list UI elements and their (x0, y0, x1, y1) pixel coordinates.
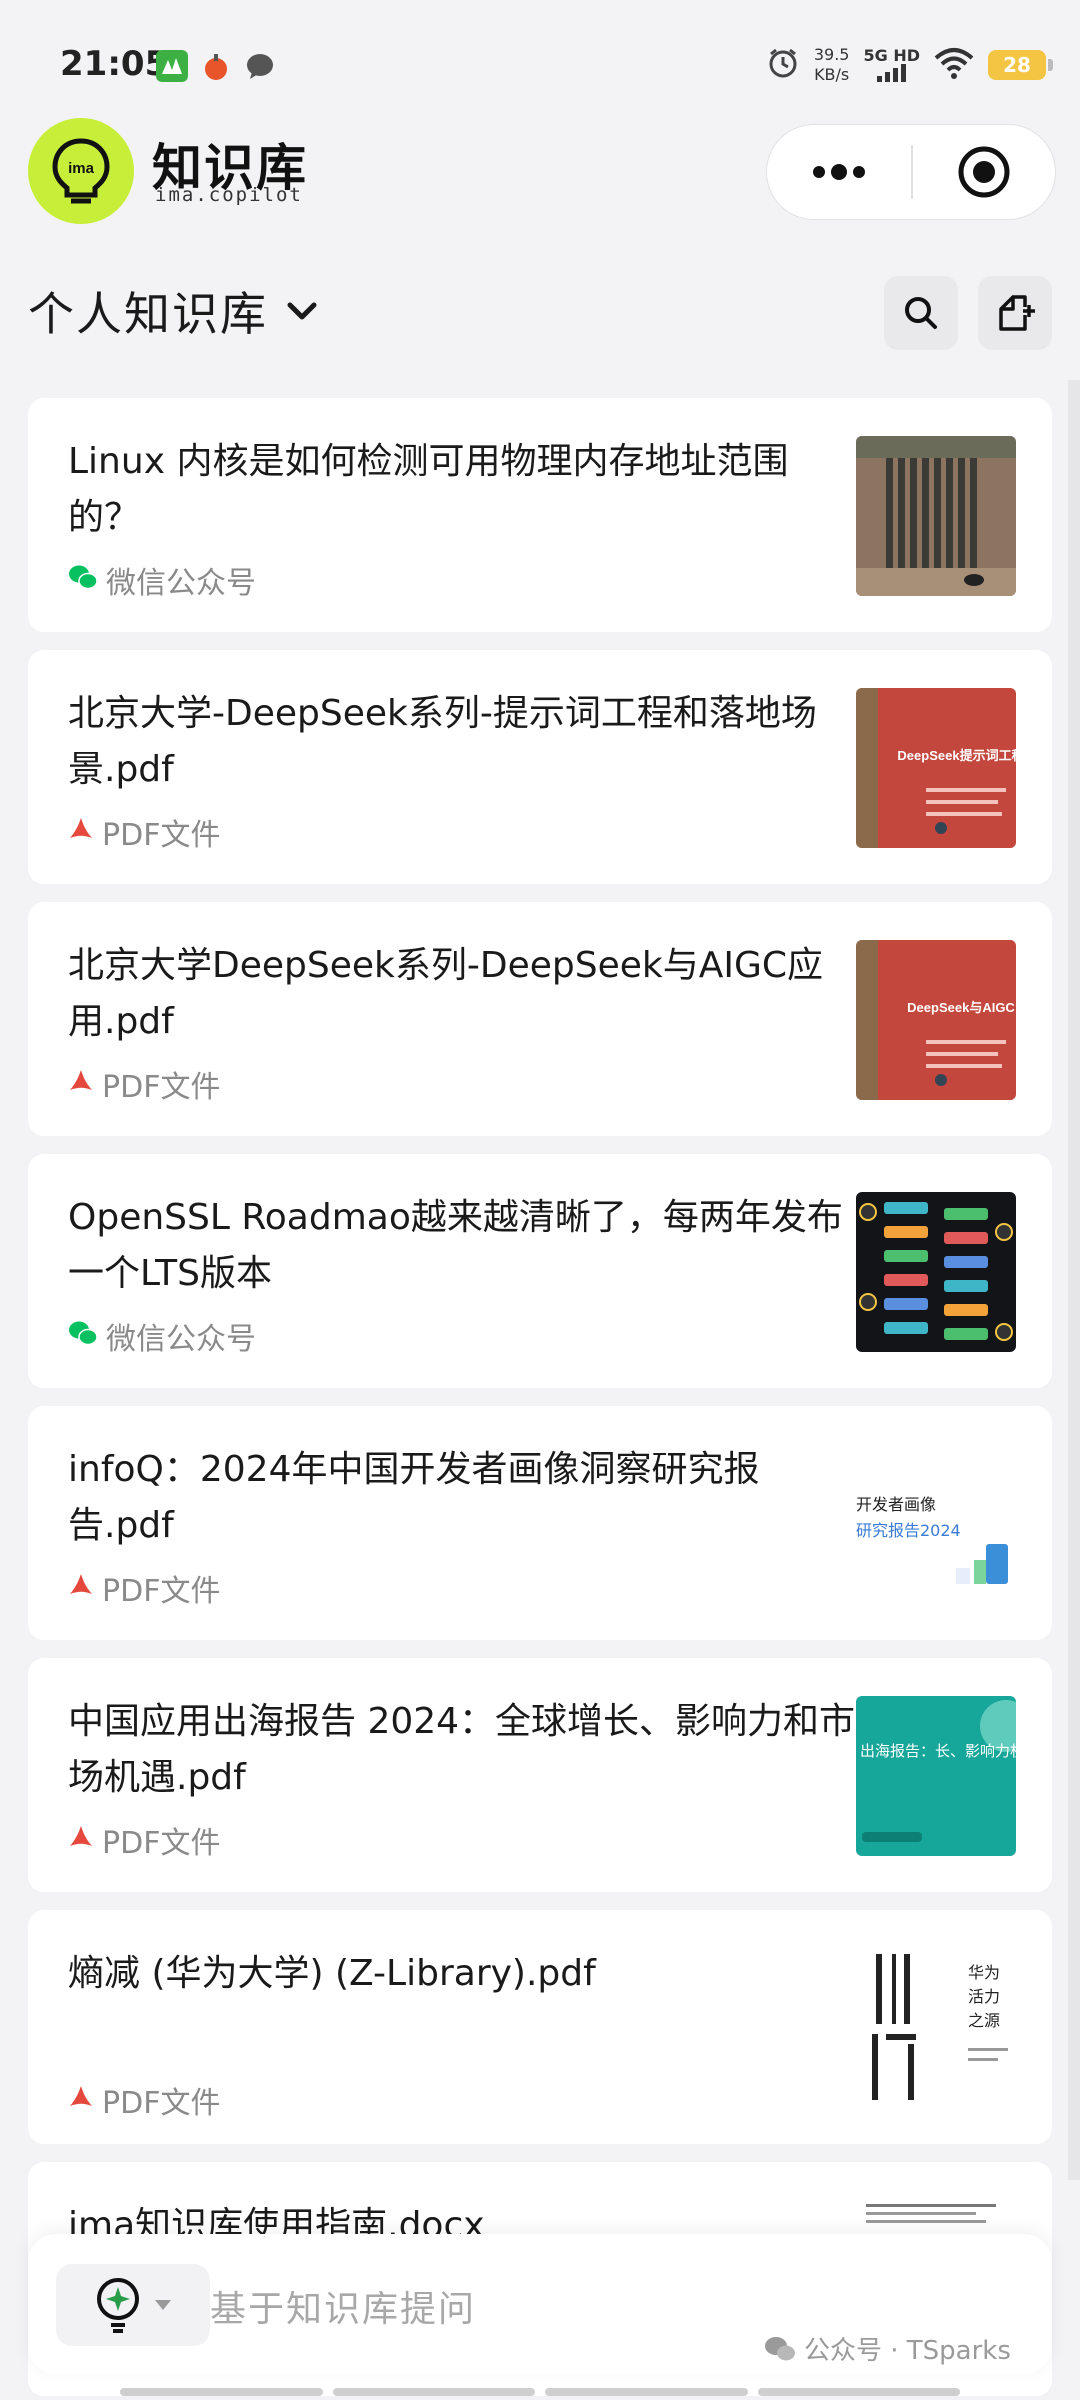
app-notification-icon (156, 50, 188, 82)
add-document-button[interactable] (978, 276, 1052, 350)
cell-signal-icon (876, 64, 906, 82)
net-speed: 39.5 KB/s (814, 45, 850, 85)
knowledge-item[interactable]: OpenSSL Roadmao越来越清晰了，每两年发布一个LTS版本微信公众号 (28, 1154, 1052, 1388)
item-thumbnail (856, 1192, 1016, 1352)
item-title: 熵减 (华为大学) (Z-Library).pdf (68, 1953, 596, 1994)
close-miniprogram-button[interactable] (913, 124, 1055, 220)
alarm-icon (766, 46, 800, 84)
item-source-label: 微信公众号 (106, 566, 256, 601)
knowledge-item[interactable]: infoQ：2024年中国开发者画像洞察研究报告.pdf PDF文件 开发者画像研究… (28, 1406, 1052, 1640)
knowledge-item[interactable]: 中国应用出海报告 2024：全球增长、影响力和市场机遇.pdf PDF文件 出海报告… (28, 1658, 1052, 1892)
item-source-label: PDF文件 (102, 1826, 221, 1861)
item-thumbnail: 出海报告：长、影响力机遇 (856, 1696, 1016, 1856)
pdf-icon (68, 1823, 94, 1858)
search-icon (905, 297, 937, 329)
battery-indicator: 28 (988, 50, 1053, 80)
wechat-icon (765, 2336, 795, 2360)
item-source: PDF文件 (68, 1818, 220, 1862)
cell-signal: 5G HD (863, 48, 920, 82)
svg-text:研究报告2024: 研究报告2024 (856, 1521, 961, 1540)
item-title: 北京大学-DeepSeek系列-提示词工程和落地场景.pdf (68, 693, 817, 790)
nav-segment (757, 2388, 960, 2396)
item-source: PDF文件 (68, 810, 220, 854)
miniprogram-capsule (766, 124, 1056, 220)
item-thumbnail (856, 436, 1016, 596)
knowledge-item[interactable]: Linux 内核是如何检测可用物理内存地址范围的？ 微信公众号 (28, 398, 1052, 632)
logo-text: ima (68, 160, 95, 177)
svg-text:华为: 华为 (968, 1963, 1000, 1982)
item-thumbnail: DeepSeek提示词工程 (856, 688, 1016, 848)
wechat-icon (68, 563, 98, 598)
item-source: 微信公众号 (68, 558, 256, 602)
ima-logo: ima (28, 118, 134, 224)
status-bar: 21:05 39.5 KB/s 5G HD 28 (0, 0, 1080, 120)
svg-text:开发者画像: 开发者画像 (856, 1495, 936, 1514)
knowledge-item[interactable]: 北京大学-DeepSeek系列-提示词工程和落地场景.pdf PDF文件 DeepS… (28, 650, 1052, 884)
item-source-label: 微信公众号 (106, 1322, 256, 1357)
item-source-label: PDF文件 (102, 1070, 221, 1105)
status-time: 21:05 (60, 44, 169, 84)
library-title: 个人知识库 (28, 287, 268, 341)
ask-input[interactable]: 基于知识库提问 (210, 2280, 476, 2332)
item-source-label: PDF文件 (102, 818, 221, 853)
model-selector[interactable] (56, 2264, 210, 2346)
sparkle-bulb-icon (97, 2278, 139, 2333)
svg-text:DeepSeek与AIGC: DeepSeek与AIGC (907, 1000, 1015, 1015)
scrollbar[interactable] (1068, 380, 1080, 2180)
item-source: PDF文件 (68, 2078, 220, 2122)
item-title: infoQ：2024年中国开发者画像洞察研究报告.pdf (68, 1449, 760, 1546)
search-button[interactable] (884, 276, 958, 350)
status-right: 39.5 KB/s 5G HD 28 (766, 40, 1053, 90)
message-notification-icon (244, 50, 276, 82)
item-thumbnail: 开发者画像研究报告2024 (856, 1444, 1016, 1604)
item-thumbnail: DeepSeek与AIGC (856, 940, 1016, 1100)
svg-text:DeepSeek提示词工程: DeepSeek提示词工程 (897, 748, 1016, 763)
caret-down-icon (155, 2300, 171, 2310)
watermark: 公众号 · TSparks (764, 2330, 1011, 2367)
net-speed-value: 39.5 (813, 45, 850, 64)
knowledge-item[interactable]: 熵减 (华为大学) (Z-Library).pdf PDF文件 华为活力之源 (28, 1910, 1052, 2144)
watermark-text: 公众号 · TSparks (804, 2336, 1011, 2366)
more-button[interactable] (767, 124, 911, 220)
add-document-icon (999, 295, 1035, 331)
lightbulb-icon: ima (52, 138, 110, 204)
svg-text:活力: 活力 (968, 1987, 1000, 2006)
pdf-icon (68, 1067, 94, 1102)
pdf-icon (68, 815, 94, 850)
svg-text:之源: 之源 (968, 2011, 1000, 2030)
pdf-icon (68, 1571, 94, 1606)
nav-segment (332, 2388, 535, 2396)
target-close-icon (958, 146, 1010, 198)
nav-segment (545, 2388, 748, 2396)
wechat-icon (68, 1319, 98, 1354)
wifi-icon (934, 46, 974, 84)
item-title: 中国应用出海报告 2024：全球增长、影响力和市场机遇.pdf (68, 1701, 856, 1798)
item-thumbnail: 华为 活力 之源 (856, 1948, 1016, 2108)
item-source: 微信公众号 (68, 1314, 256, 1358)
net-speed-unit: KB/s (814, 65, 850, 84)
pdf-icon (68, 2083, 94, 2118)
network-type: 5G HD (863, 46, 920, 65)
svg-text:出海报告：长、影响力机遇: 出海报告：长、影响力机遇 (860, 1742, 1016, 1760)
item-source: PDF文件 (68, 1062, 220, 1106)
item-source-label: PDF文件 (102, 2086, 221, 2121)
item-title: 北京大学DeepSeek系列-DeepSeek与AIGC应用.pdf (68, 945, 823, 1042)
item-title: OpenSSL Roadmao越来越清晰了，每两年发布一个LTS版本 (68, 1197, 843, 1294)
chevron-down-icon (287, 302, 317, 320)
gesture-nav-bar (120, 2388, 960, 2396)
item-source-label: PDF文件 (102, 1574, 221, 1609)
item-source: PDF文件 (68, 1566, 220, 1610)
app-subtitle: ima.copilot (155, 184, 303, 206)
nav-segment (120, 2388, 323, 2396)
library-selector[interactable]: 个人知识库 (28, 278, 322, 344)
more-dots-icon (813, 164, 865, 180)
item-title: Linux 内核是如何检测可用物理内存地址范围的？ (68, 441, 789, 538)
game-notification-icon (200, 50, 232, 82)
knowledge-item[interactable]: 北京大学DeepSeek系列-DeepSeek与AIGC应用.pdf PDF文件 D… (28, 902, 1052, 1136)
